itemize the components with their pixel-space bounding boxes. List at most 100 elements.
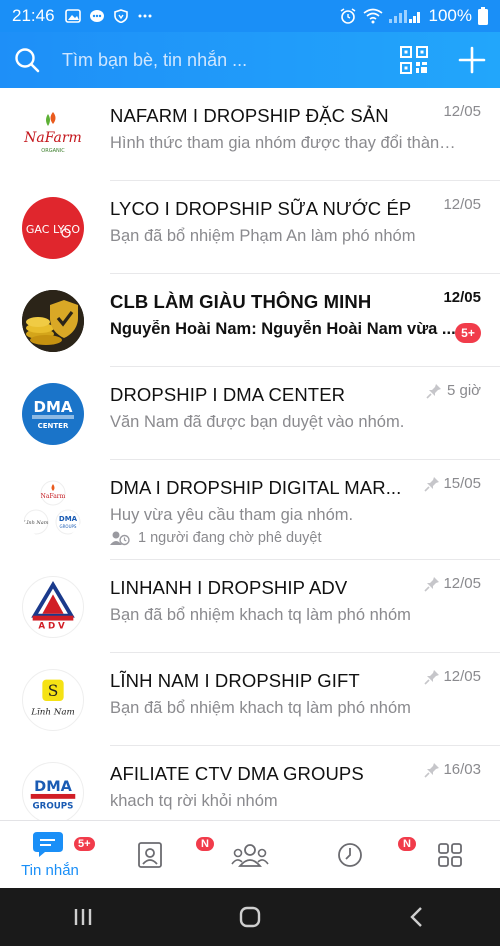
pending-approval-text: 1 người đang chờ phê duyệt (138, 530, 322, 546)
avatar: NaFarm ORGANIC (22, 104, 84, 166)
svg-text:S: S (48, 682, 59, 700)
conversation-preview: Hình thức tham gia nhóm được thay đổi th… (110, 134, 458, 152)
avatar-subtext: GROUPS (33, 801, 74, 811)
clock-icon (338, 842, 362, 867)
avatar-text: Lĩnh Nam (30, 707, 75, 718)
conversation-time: 15/05 (443, 475, 481, 492)
conversation-row[interactable]: CLB LÀM GIÀU THÔNG MINH Nguyễn Hoài Nam:… (0, 274, 500, 367)
tab-contacts[interactable]: N (100, 821, 216, 888)
battery-icon (478, 7, 488, 25)
tab-groups[interactable] (200, 821, 300, 888)
battery-percent: 100% (428, 6, 472, 25)
contacts-icon (138, 841, 162, 868)
conversation-title: NAFARM I DROPSHIP ĐẶC SẢN (110, 105, 389, 126)
gold-coins-shield-icon (22, 290, 84, 352)
conversation-time: 12/05 (443, 575, 481, 592)
pin-icon (424, 577, 439, 592)
messages-badge: 5+ (72, 835, 97, 853)
linhanh-adv-logo-icon: ADV (31, 580, 75, 631)
recent-apps-icon[interactable] (71, 906, 95, 928)
conversation-preview: Bạn đã bổ nhiệm khach tq làm phó nhóm (110, 699, 411, 717)
conversation-row[interactable]: ADV LINHANH I DROPSHIP ADV Bạn đã bổ nhi… (0, 560, 500, 653)
nafarm-logo-icon: NaFarm ORGANIC (23, 112, 82, 154)
pending-user-icon (110, 531, 130, 546)
svg-text:NaFarm: NaFarm (41, 493, 66, 500)
messenger-icon (89, 10, 104, 22)
alarm-icon (340, 8, 355, 24)
wifi-icon (363, 8, 383, 24)
conversation-row[interactable]: DMA CENTER DROPSHIP I DMA CENTER Văn Nam… (0, 367, 500, 460)
conversation-time: 5 giờ (446, 382, 481, 399)
grid-menu-icon (438, 842, 462, 867)
status-time: 21:46 (12, 6, 55, 25)
unread-badge: 5+ (455, 323, 481, 343)
conversation-preview: Nguyễn Hoài Nam: Nguyễn Hoài Nam vừa ... (110, 320, 456, 338)
system-navigation-bar (0, 888, 500, 946)
conversation-preview: Huy vừa yêu cầu tham gia nhóm. (110, 506, 354, 524)
svg-text:Lĩnh Nam: Lĩnh Nam (22, 519, 48, 526)
avatar (22, 290, 84, 352)
avatar-text: ADV (38, 621, 67, 631)
pin-icon (424, 670, 439, 685)
dma-groups-logo-icon: DMA GROUPS (30, 779, 76, 811)
tab-timeline[interactable]: N (300, 821, 418, 888)
svg-text:ORGANIC: ORGANIC (41, 148, 65, 154)
tab-messages[interactable]: Tin nhắn 5+ (0, 821, 100, 888)
conversation-title: DMA I DROPSHIP DIGITAL MAR... (110, 477, 402, 498)
linh-nam-logo-icon: S Lĩnh Nam (30, 679, 75, 718)
pin-icon (424, 763, 439, 778)
conversation-preview: khach tq rời khỏi nhóm (110, 792, 278, 810)
search-icon[interactable] (14, 47, 40, 73)
avatar: S Lĩnh Nam (22, 669, 84, 731)
pending-approval-line: 1 người đang chờ phê duyệt (110, 530, 322, 546)
avatar-text: DMA (34, 779, 72, 795)
search-input[interactable] (62, 49, 388, 71)
avatar: ADV (22, 576, 84, 638)
back-icon[interactable] (405, 905, 429, 929)
groups-icon (231, 843, 269, 867)
avatar-subtext: CENTER (38, 422, 69, 430)
shield-icon (113, 9, 128, 23)
conversation-time: 16/03 (443, 761, 481, 778)
avatar: DMA GROUPS (22, 762, 84, 820)
svg-text:GROUPS: GROUPS (60, 524, 77, 529)
avatar: NaFarm Lĩnh Nam DMA GROUPS (22, 478, 84, 540)
qr-code-icon[interactable] (400, 46, 428, 74)
conversation-row[interactable]: S Lĩnh Nam LĨNH NAM I DROPSHIP GIFT Bạn … (0, 653, 500, 746)
conversation-preview: Bạn đã bổ nhiệm Phạm An làm phó nhóm (110, 227, 416, 245)
avatar: DMA CENTER (22, 383, 84, 445)
conversation-row[interactable]: DMA GROUPS AFILIATE CTV DMA GROUPS khach… (0, 746, 500, 820)
conversation-title: AFILIATE CTV DMA GROUPS (110, 763, 364, 784)
conversation-title: DROPSHIP I DMA CENTER (110, 384, 346, 405)
conversation-list: NaFarm ORGANIC NAFARM I DROPSHIP ĐẶC SẢN… (0, 88, 500, 820)
avatar-text: NaFarm (23, 130, 82, 146)
add-plus-icon[interactable] (458, 46, 486, 74)
conversation-time: 12/05 (443, 668, 481, 685)
status-bar: 21:46 100% (0, 0, 500, 32)
chat-bubble-icon (33, 832, 63, 857)
home-icon[interactable] (238, 905, 262, 929)
svg-text:DMA: DMA (59, 515, 78, 523)
avatar: GAC LYCO (22, 197, 84, 259)
conversation-row[interactable]: GAC LYCO LYCO I DROPSHIP SỮA NƯỚC ÉP Bạn… (0, 181, 500, 274)
conversation-time: 12/05 (443, 103, 481, 120)
conversation-title: LYCO I DROPSHIP SỮA NƯỚC ÉP (110, 198, 412, 219)
conversation-row[interactable]: NaFarm Lĩnh Nam DMA GROUPS DMA I DROPSHI… (0, 460, 500, 560)
bottom-tab-bar: Tin nhắn 5+ N N (0, 820, 500, 888)
conversation-row[interactable]: NaFarm ORGANIC NAFARM I DROPSHIP ĐẶC SẢN… (0, 88, 500, 181)
pin-icon (424, 477, 439, 492)
lyco-logo-icon: GAC LYCO (26, 223, 80, 238)
tab-more[interactable] (400, 821, 500, 888)
conversation-time: 12/05 (443, 289, 481, 306)
conversation-title: LINHANH I DROPSHIP ADV (110, 577, 348, 598)
gallery-icon (64, 9, 81, 23)
top-search-bar (0, 32, 500, 88)
pin-icon (426, 384, 441, 399)
conversation-title: LĨNH NAM I DROPSHIP GIFT (110, 670, 360, 691)
conversation-time: 12/05 (443, 196, 481, 213)
tab-messages-label: Tin nhắn (21, 862, 79, 879)
avatar-text: DMA (34, 398, 73, 416)
dma-center-logo-icon: DMA CENTER (32, 398, 74, 430)
group-collage-avatar-icon: NaFarm Lĩnh Nam DMA GROUPS (22, 480, 81, 535)
conversation-title: CLB LÀM GIÀU THÔNG MINH (110, 291, 372, 312)
